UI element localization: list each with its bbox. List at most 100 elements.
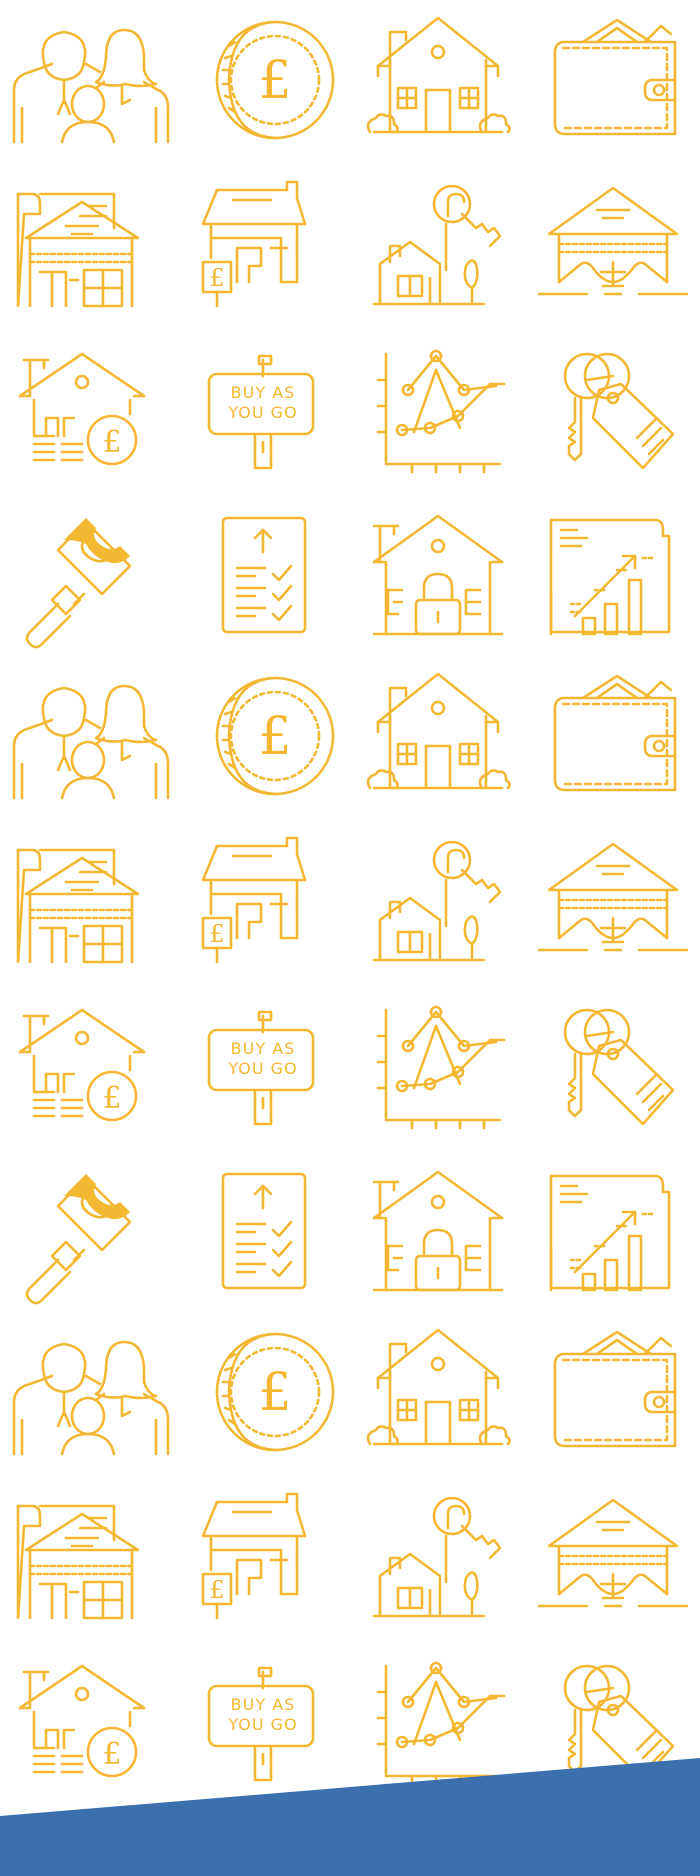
- line-chart-icon: [350, 1640, 525, 1804]
- house-extension-icon: £: [175, 820, 350, 984]
- house-savings-icon: £: [0, 984, 175, 1148]
- house-key-icon-graphic: [372, 1496, 502, 1618]
- paint-roller-icon-graphic: [25, 1174, 132, 1305]
- house-extension-icon-graphic: £: [201, 836, 307, 964]
- house-extension-icon: £: [175, 1476, 350, 1640]
- house-document-icon: [0, 164, 175, 328]
- house-extension-icon-graphic: £: [201, 1492, 307, 1620]
- growth-report-icon-graphic: [549, 518, 671, 636]
- paint-roller-icon-graphic: [25, 518, 132, 649]
- house-padlock-icon: [350, 1148, 525, 1312]
- family-icon-graphic: [12, 1340, 170, 1456]
- house-padlock-icon-graphic: [372, 1170, 504, 1292]
- house-icon-graphic: [366, 1328, 511, 1446]
- family-icon: [0, 1312, 175, 1476]
- buy-as-you-go-sign-icon-text: BUY AS: [231, 1039, 296, 1058]
- wallet-icon: [525, 0, 700, 164]
- family-icon: [0, 0, 175, 164]
- buy-as-you-go-sign-icon-text-line2: YOU GO: [227, 1059, 297, 1078]
- house-document-icon: [0, 1476, 175, 1640]
- line-chart-icon-graphic: [376, 1005, 506, 1130]
- house-padlock-icon-graphic: [372, 514, 504, 636]
- house-extension-icon: £: [175, 164, 350, 328]
- line-chart-icon: [350, 328, 525, 492]
- buy-as-you-go-sign-icon-graphic: BUY AS YOU GO: [207, 1010, 315, 1126]
- wallet-icon: [525, 1312, 700, 1476]
- house-savings-icon: £: [0, 1640, 175, 1804]
- wallet-icon-graphic: [553, 18, 677, 136]
- pound-coin-icon: £: [175, 0, 350, 164]
- pound-coin-icon-graphic: £: [215, 20, 335, 140]
- checklist-icon-graphic: [221, 516, 307, 634]
- keys-tag-icon-graphic: [563, 1664, 675, 1782]
- house-savings-icon-graphic: £: [18, 352, 146, 466]
- house-icon-graphic: [366, 16, 511, 134]
- pound-coin-icon-text: £: [258, 51, 291, 111]
- house-document-icon-graphic: [16, 848, 140, 964]
- wallet-icon-graphic: [553, 1330, 677, 1448]
- house-key-icon: [350, 820, 525, 984]
- house-savings-icon-text: £: [102, 1737, 121, 1772]
- family-icon: [0, 656, 175, 820]
- house-icon: [350, 1312, 525, 1476]
- growth-report-icon-graphic: [549, 1174, 671, 1292]
- buy-as-you-go-sign-icon: BUY AS YOU GO: [175, 1640, 350, 1804]
- buy-as-you-go-sign-icon-graphic: BUY AS YOU GO: [207, 354, 315, 470]
- house-foundation-icon-graphic: [537, 186, 689, 296]
- house-key-icon: [350, 164, 525, 328]
- house-foundation-icon-graphic: [537, 1498, 689, 1608]
- house-extension-icon-text: £: [209, 920, 224, 948]
- house-icon-graphic: [366, 672, 511, 790]
- keys-tag-icon-graphic: [563, 1008, 675, 1126]
- house-icon: [350, 0, 525, 164]
- paint-roller-icon: [0, 1148, 175, 1312]
- house-savings-icon-graphic: £: [18, 1664, 146, 1778]
- pound-coin-icon-graphic: £: [215, 1332, 335, 1452]
- buy-as-you-go-sign-icon: BUY AS YOU GO: [175, 984, 350, 1148]
- buy-as-you-go-sign-icon: BUY AS YOU GO: [175, 328, 350, 492]
- keys-tag-icon-graphic: [563, 352, 675, 470]
- pound-coin-icon: £: [175, 656, 350, 820]
- pound-coin-icon-text: £: [258, 1363, 291, 1423]
- growth-report-icon: [525, 1148, 700, 1312]
- house-foundation-icon-graphic: [537, 842, 689, 952]
- house-padlock-icon: [350, 492, 525, 656]
- buy-as-you-go-sign-icon-graphic: BUY AS YOU GO: [207, 1666, 315, 1782]
- pound-coin-icon-text: £: [258, 707, 291, 767]
- house-icon: [350, 656, 525, 820]
- pound-coin-icon: £: [175, 1312, 350, 1476]
- line-chart-icon: [350, 984, 525, 1148]
- house-key-icon-graphic: [372, 184, 502, 306]
- growth-report-icon: [525, 492, 700, 656]
- family-icon-graphic: [12, 28, 170, 144]
- checklist-icon: [175, 1148, 350, 1312]
- house-key-icon: [350, 1476, 525, 1640]
- house-key-icon-graphic: [372, 840, 502, 962]
- house-extension-icon-text: £: [209, 1576, 224, 1604]
- checklist-icon: [175, 492, 350, 656]
- buy-as-you-go-sign-icon-text: BUY AS: [231, 1695, 296, 1714]
- house-extension-icon-text: £: [209, 264, 224, 292]
- buy-as-you-go-sign-icon-text-line2: YOU GO: [227, 1715, 297, 1734]
- pound-coin-icon-graphic: £: [215, 676, 335, 796]
- keys-tag-icon: [525, 328, 700, 492]
- house-document-icon: [0, 820, 175, 984]
- house-savings-icon: £: [0, 328, 175, 492]
- keys-tag-icon: [525, 1640, 700, 1804]
- buy-as-you-go-sign-icon-text: BUY AS: [231, 383, 296, 402]
- house-foundation-icon: [525, 1476, 700, 1640]
- line-chart-icon-graphic: [376, 349, 506, 474]
- family-icon-graphic: [12, 684, 170, 800]
- house-savings-icon-text: £: [102, 1081, 121, 1116]
- checklist-icon-graphic: [221, 1172, 307, 1290]
- house-foundation-icon: [525, 164, 700, 328]
- keys-tag-icon: [525, 984, 700, 1148]
- line-chart-icon-graphic: [376, 1661, 506, 1786]
- house-savings-icon-text: £: [102, 425, 121, 460]
- house-document-icon-graphic: [16, 192, 140, 308]
- wallet-icon-graphic: [553, 674, 677, 792]
- paint-roller-icon: [0, 492, 175, 656]
- house-savings-icon-graphic: £: [18, 1008, 146, 1122]
- icon-grid: £ £ £ BUY AS YOU GO £ £ £ BUY AS YOU GO …: [0, 0, 700, 1786]
- wallet-icon: [525, 656, 700, 820]
